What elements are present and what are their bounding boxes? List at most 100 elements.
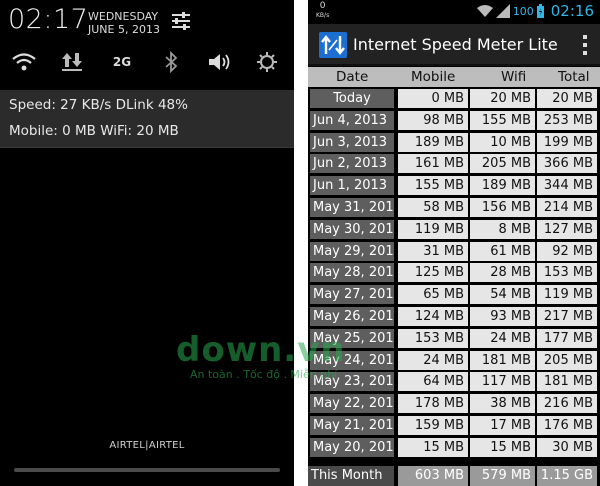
table-row[interactable]: May 26, 2013 124 MB 93 MB 217 MB bbox=[308, 307, 600, 326]
row-total: 30 MB bbox=[537, 437, 597, 457]
table-row[interactable]: May 22, 2013 178 MB 38 MB 216 MB bbox=[308, 394, 600, 414]
row-total: 344 MB bbox=[537, 176, 597, 196]
shade-date: WEDNESDAY JUNE 5, 2013 bbox=[88, 10, 160, 36]
carrier-label: AIRTEL|AIRTEL bbox=[109, 440, 185, 451]
table-row[interactable]: May 24, 2013 24 MB 181 MB 205 MB bbox=[308, 350, 600, 370]
row-wifi: 156 MB bbox=[470, 198, 535, 217]
row-total: 253 MB bbox=[537, 110, 597, 130]
shade-drag-handle[interactable] bbox=[14, 468, 280, 472]
bluetooth-icon[interactable] bbox=[157, 48, 185, 76]
wifi-icon[interactable] bbox=[10, 48, 38, 76]
panel-divider bbox=[294, 0, 308, 486]
header-total: Total bbox=[558, 69, 590, 85]
row-date: Jun 4, 2013 bbox=[310, 110, 394, 130]
table-row[interactable]: May 29, 2013 31 MB 61 MB 92 MB bbox=[308, 241, 600, 261]
row-mobile: 65 MB bbox=[398, 285, 468, 305]
table-row[interactable]: May 25, 2013 153 MB 24 MB 177 MB bbox=[308, 328, 600, 348]
row-wifi: 17 MB bbox=[470, 416, 535, 435]
battery-icon bbox=[536, 4, 544, 18]
row-date: May 29, 2013 bbox=[310, 241, 394, 261]
row-wifi: 117 MB bbox=[470, 372, 535, 392]
row-mobile: 31 MB bbox=[398, 241, 468, 261]
status-clock: 02:16 bbox=[550, 2, 594, 20]
row-total: 176 MB bbox=[537, 416, 597, 435]
row-date: May 31, 2013 bbox=[310, 198, 394, 217]
table-row[interactable]: Today 0 MB 20 MB 20 MB bbox=[308, 89, 600, 108]
row-wifi: 93 MB bbox=[470, 307, 535, 326]
row-mobile: 98 MB bbox=[398, 110, 468, 130]
network-type-label: 2G bbox=[112, 55, 132, 69]
row-wifi: 155 MB bbox=[470, 110, 535, 130]
app-title: Internet Speed Meter Lite bbox=[353, 35, 558, 54]
shade-date-text: JUNE 5, 2013 bbox=[88, 23, 160, 36]
table-row[interactable]: May 27, 2013 65 MB 54 MB 119 MB bbox=[308, 285, 600, 305]
row-wifi: 10 MB bbox=[470, 132, 535, 152]
mobile-data-icon[interactable] bbox=[58, 48, 86, 76]
row-date: May 22, 2013 bbox=[310, 394, 394, 414]
row-total: 214 MB bbox=[537, 198, 597, 217]
row-total: 366 MB bbox=[537, 154, 597, 174]
row-wifi: 8 MB bbox=[470, 219, 535, 239]
speed-meter-notification[interactable]: Speed: 27 KB/s DLink 48% Mobile: 0 MB Wi… bbox=[0, 90, 294, 148]
overflow-menu-icon[interactable] bbox=[582, 34, 588, 56]
row-wifi: 28 MB bbox=[470, 263, 535, 283]
header-mobile: Mobile bbox=[411, 69, 456, 85]
row-mobile: 58 MB bbox=[398, 198, 468, 217]
row-wifi: 61 MB bbox=[470, 241, 535, 261]
status-bar: 0 KB/s 100 02:16 bbox=[308, 0, 600, 24]
row-mobile: 153 MB bbox=[398, 328, 468, 348]
row-mobile: 159 MB bbox=[398, 416, 468, 435]
row-wifi: 20 MB bbox=[470, 89, 535, 108]
table-row[interactable]: May 28, 2013 125 MB 28 MB 153 MB bbox=[308, 263, 600, 283]
network-type-toggle[interactable]: 2G bbox=[108, 48, 136, 76]
row-total: 153 MB bbox=[537, 263, 597, 283]
row-total: 92 MB bbox=[537, 241, 597, 261]
table-row[interactable]: May 23, 2013 64 MB 117 MB 181 MB bbox=[308, 372, 600, 392]
row-mobile: 125 MB bbox=[398, 263, 468, 283]
row-date: Jun 2, 2013 bbox=[310, 154, 394, 174]
row-mobile: 15 MB bbox=[398, 437, 468, 457]
battery-percent: 100 bbox=[512, 4, 534, 18]
row-mobile: 124 MB bbox=[398, 307, 468, 326]
row-date: May 28, 2013 bbox=[310, 263, 394, 283]
row-date: May 23, 2013 bbox=[310, 372, 394, 392]
total-label: This Month bbox=[308, 466, 394, 486]
quick-settings-sliders-icon[interactable] bbox=[170, 10, 192, 32]
brightness-icon[interactable] bbox=[253, 48, 281, 76]
row-total: 216 MB bbox=[537, 394, 597, 414]
action-bar: Internet Speed Meter Lite bbox=[308, 24, 600, 66]
row-total: 20 MB bbox=[537, 89, 597, 108]
row-mobile: 24 MB bbox=[398, 350, 468, 370]
row-mobile: 178 MB bbox=[398, 394, 468, 414]
row-date: Jun 1, 2013 bbox=[310, 176, 394, 196]
table-row[interactable]: May 20, 2013 15 MB 15 MB 30 MB bbox=[308, 437, 600, 457]
speed-line: Speed: 27 KB/s DLink 48% bbox=[9, 97, 188, 113]
sound-icon[interactable] bbox=[205, 48, 233, 76]
table-row[interactable]: Jun 4, 2013 98 MB 155 MB 253 MB bbox=[308, 110, 600, 130]
row-wifi: 205 MB bbox=[470, 154, 535, 174]
net-speed-unit: KB/s bbox=[316, 12, 330, 19]
row-date: May 25, 2013 bbox=[310, 328, 394, 348]
net-speed-indicator: 0 KB/s bbox=[316, 2, 329, 20]
table-row[interactable]: May 21, 2013 159 MB 17 MB 176 MB bbox=[308, 416, 600, 435]
row-mobile: 161 MB bbox=[398, 154, 468, 174]
row-total: 199 MB bbox=[537, 132, 597, 152]
row-total: 119 MB bbox=[537, 285, 597, 305]
table-row[interactable]: Jun 2, 2013 161 MB 205 MB 366 MB bbox=[308, 154, 600, 174]
app-logo-icon[interactable] bbox=[319, 32, 347, 58]
wifi-signal-icon bbox=[476, 4, 493, 17]
row-total: 177 MB bbox=[537, 328, 597, 348]
total-wifi: 579 MB bbox=[470, 466, 535, 486]
total-total: 1.15 GB bbox=[537, 466, 597, 486]
total-mobile: 603 MB bbox=[398, 466, 468, 486]
status-icons: 100 02:16 bbox=[476, 2, 594, 20]
row-date: Today bbox=[310, 89, 394, 108]
table-row[interactable]: May 31, 2013 58 MB 156 MB 214 MB bbox=[308, 198, 600, 217]
table-header: Date Mobile Wifi Total bbox=[308, 67, 600, 87]
row-mobile: 155 MB bbox=[398, 176, 468, 196]
table-row[interactable]: Jun 3, 2013 189 MB 10 MB 199 MB bbox=[308, 132, 600, 152]
table-row[interactable]: Jun 1, 2013 155 MB 189 MB 344 MB bbox=[308, 176, 600, 196]
header-date: Date bbox=[336, 69, 369, 85]
row-date: May 27, 2013 bbox=[310, 285, 394, 305]
table-row[interactable]: May 30, 2013 119 MB 8 MB 127 MB bbox=[308, 219, 600, 239]
